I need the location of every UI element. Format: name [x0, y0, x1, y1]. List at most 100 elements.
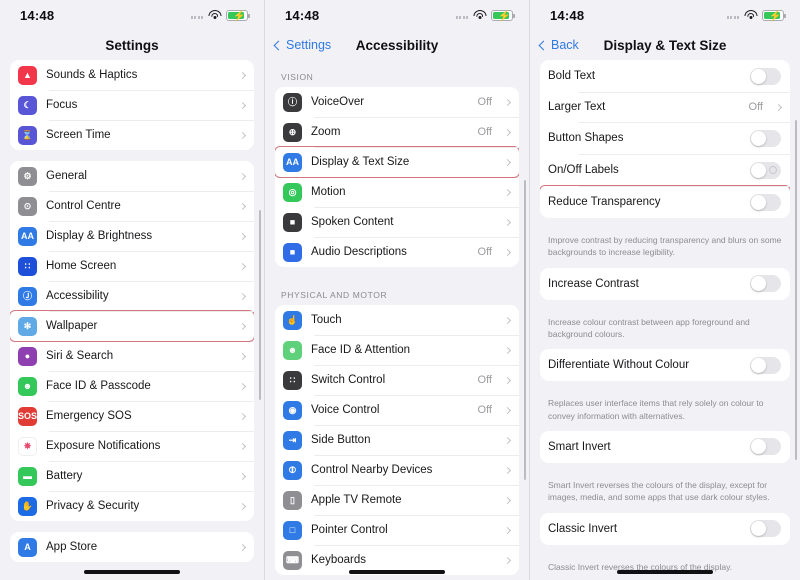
list-item[interactable]: ■ Audio Descriptions Off	[275, 237, 519, 267]
list-item[interactable]: ⇥ Side Button	[275, 425, 519, 455]
list-item[interactable]: ✋ Privacy & Security	[10, 491, 254, 521]
list-item[interactable]: Differentiate Without Colour	[540, 349, 790, 381]
list-item[interactable]: ◉ Voice Control Off	[275, 395, 519, 425]
list-item[interactable]: ⌛ Screen Time	[10, 120, 254, 150]
list-item-label: Pointer Control	[311, 524, 388, 536]
list-item[interactable]: ✵ Exposure Notifications	[10, 431, 254, 461]
list-item[interactable]: On/Off Labels	[540, 154, 790, 186]
switch-control-icon: ∷	[283, 370, 302, 390]
list-item-label: Screen Time	[46, 129, 111, 141]
list-item[interactable]: ▲ Sounds & Haptics	[10, 60, 254, 90]
list-item[interactable]: ∷ Home Screen	[10, 251, 254, 281]
list-item[interactable]: AA Display & Brightness	[10, 221, 254, 251]
toggle-switch[interactable]	[750, 67, 781, 85]
settings-group: Classic Invert	[540, 512, 790, 545]
settings-group: Differentiate Without Colour	[540, 349, 790, 382]
chevron-right-icon	[503, 316, 512, 324]
scroll-area[interactable]: VISION ⓘ VoiceOver Off ⊕ Zoom Off AA Display …	[265, 60, 529, 580]
list-item[interactable]: SOS Emergency SOS	[10, 401, 254, 431]
nav-bar-2: Settings Accessibility	[265, 30, 529, 60]
list-item[interactable]: ⊕ Zoom Off	[275, 117, 519, 147]
screen-time-icon: ⌛	[18, 125, 37, 145]
list-item[interactable]: ✻ Wallpaper	[10, 310, 254, 342]
three-phone-screenshots: 14:48 ⚡ Settings ▲ Sounds & Haptics ☾ Foc…	[0, 0, 800, 580]
nav-back-button[interactable]: Back	[538, 30, 579, 60]
list-item[interactable]: ∷ Switch Control Off	[275, 365, 519, 395]
toggle-switch[interactable]	[750, 520, 781, 537]
list-item[interactable]: ⊙ Control Centre	[10, 191, 254, 221]
toggle-switch[interactable]	[750, 193, 781, 211]
list-item[interactable]: Increase Contrast	[540, 268, 790, 300]
app-store-icon: A	[18, 537, 37, 557]
settings-group: ▲ Sounds & Haptics ☾ Focus ⌛ Screen Time	[10, 60, 254, 150]
list-item-label: Audio Descriptions	[311, 246, 407, 258]
list-item-label: Switch Control	[311, 374, 386, 386]
side-button-icon: ⇥	[283, 430, 302, 450]
keyboards-icon: ⌨	[283, 550, 302, 570]
chevron-right-icon	[238, 71, 247, 79]
wallpaper-icon: ✻	[18, 316, 37, 336]
scrollbar[interactable]	[523, 180, 526, 480]
sounds-haptics-icon: ▲	[18, 65, 37, 85]
scrollbar[interactable]	[258, 210, 261, 400]
list-item[interactable]: ⚙ General	[10, 161, 254, 191]
list-item-label: Reduce Transparency	[548, 196, 661, 208]
chevron-right-icon	[238, 232, 247, 240]
list-item[interactable]: Button Shapes	[540, 122, 790, 154]
chevron-right-icon	[238, 382, 247, 390]
list-item[interactable]: Classic Invert	[540, 513, 790, 545]
list-item-label: Apple TV Remote	[311, 494, 402, 506]
list-item[interactable]: Larger Text Off	[540, 92, 790, 122]
off-label-icon	[769, 166, 777, 174]
toggle-switch[interactable]	[750, 161, 781, 179]
list-item[interactable]: ◎ Motion	[275, 177, 519, 207]
scroll-area[interactable]: Bold Text Larger Text Off Button Shapes O…	[530, 60, 800, 580]
signal-dots-icon	[455, 12, 468, 19]
list-item[interactable]: A App Store	[10, 532, 254, 562]
list-item-label: Voice Control	[311, 404, 380, 416]
scrollbar[interactable]	[794, 120, 797, 460]
list-item[interactable]: ⦷ Control Nearby Devices	[275, 455, 519, 485]
list-item[interactable]: ▬ Battery	[10, 461, 254, 491]
nav-bar-3: Back Display & Text Size	[530, 30, 800, 60]
list-item-label: Smart Invert	[548, 440, 611, 453]
list-item[interactable]: ▯ Apple TV Remote	[275, 485, 519, 515]
list-item[interactable]: ☻ Face ID & Attention	[275, 335, 519, 365]
chevron-right-icon	[503, 376, 512, 384]
list-item[interactable]: Bold Text	[540, 60, 790, 92]
display-brightness-icon: AA	[18, 226, 37, 246]
scroll-area[interactable]: ▲ Sounds & Haptics ☾ Focus ⌛ Screen Time ⚙ …	[0, 60, 264, 580]
toggle-switch[interactable]	[750, 438, 781, 456]
list-item[interactable]: ☾ Focus	[10, 90, 254, 120]
status-clock: 14:48	[20, 7, 55, 23]
exposure-notifications-icon: ✵	[18, 436, 37, 456]
list-item[interactable]: AA Display & Text Size	[275, 146, 519, 178]
list-item[interactable]: □ Pointer Control	[275, 515, 519, 545]
list-item[interactable]: ⓘ VoiceOver Off	[275, 87, 519, 117]
list-item-label: Larger Text	[548, 101, 606, 113]
list-item[interactable]: ■ Spoken Content	[275, 207, 519, 237]
list-item-label: Side Button	[311, 434, 371, 446]
accessibility-icon: Ⓙ	[18, 286, 37, 306]
list-item-label: Exposure Notifications	[46, 440, 161, 452]
list-item[interactable]: ☝ Touch	[275, 305, 519, 335]
list-item-label: On/Off Labels	[548, 164, 619, 176]
row-value: Off	[477, 96, 492, 108]
toggle-switch[interactable]	[750, 275, 781, 293]
group-footnote: Replaces user interface items that rely …	[548, 398, 764, 421]
chevron-right-icon	[503, 98, 512, 106]
row-value: Off	[477, 126, 492, 138]
list-item[interactable]: ● Siri & Search	[10, 341, 254, 371]
chevron-right-icon	[503, 496, 512, 504]
toggle-switch[interactable]	[750, 129, 781, 147]
toggle-switch[interactable]	[750, 356, 781, 374]
nav-back-button[interactable]: Settings	[273, 30, 331, 60]
list-item[interactable]: Reduce Transparency	[540, 185, 790, 218]
list-item[interactable]: ☻ Face ID & Passcode	[10, 371, 254, 401]
list-item-label: Control Nearby Devices	[311, 464, 433, 476]
list-item[interactable]: Ⓙ Accessibility	[10, 281, 254, 311]
list-item[interactable]: Smart Invert	[540, 431, 790, 463]
nav-bar-1: Settings	[0, 30, 264, 60]
row-value: Off	[477, 374, 492, 386]
list-item-label: Touch	[311, 314, 342, 326]
